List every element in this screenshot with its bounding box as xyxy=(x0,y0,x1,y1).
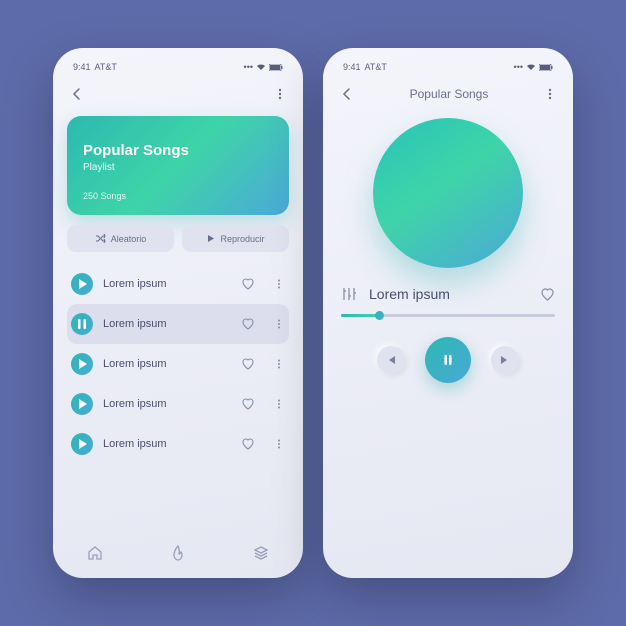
player-screen: 9:41 AT&T ••• Popular Songs Lorem ipsum xyxy=(323,48,573,578)
song-row[interactable]: Lorem ipsum xyxy=(67,344,289,384)
song-row[interactable]: Lorem ipsum xyxy=(67,264,289,304)
play-icon[interactable] xyxy=(71,393,93,415)
wifi-icon xyxy=(256,63,266,71)
heart-icon[interactable] xyxy=(241,437,255,451)
song-row[interactable]: Lorem ipsum xyxy=(67,424,289,464)
album-art-wrap xyxy=(337,118,559,268)
play-button[interactable]: Reproducir xyxy=(182,225,289,252)
album-art xyxy=(373,118,523,268)
skip-next-icon xyxy=(499,354,511,366)
status-carrier: AT&T xyxy=(365,62,387,72)
song-title: Lorem ipsum xyxy=(103,438,231,450)
status-bar: 9:41 AT&T ••• xyxy=(67,60,289,74)
nav-row xyxy=(67,82,289,106)
fire-icon[interactable] xyxy=(169,544,187,562)
song-title: Lorem ipsum xyxy=(103,278,231,290)
signal-icon: ••• xyxy=(244,62,253,72)
song-title: Lorem ipsum xyxy=(103,398,231,410)
playlist-hero: Popular Songs Playlist 250 Songs xyxy=(67,116,289,215)
play-icon[interactable] xyxy=(71,353,93,375)
play-icon xyxy=(206,234,215,243)
more-icon[interactable] xyxy=(273,438,285,450)
more-icon[interactable] xyxy=(273,318,285,330)
track-title: Lorem ipsum xyxy=(369,286,528,302)
prev-button[interactable] xyxy=(377,346,405,374)
back-icon[interactable] xyxy=(69,86,85,102)
heart-icon[interactable] xyxy=(540,287,555,302)
progress-bar[interactable] xyxy=(341,314,555,321)
song-list: Lorem ipsum Lorem ipsum Lorem ipsum Lorem i… xyxy=(67,264,289,464)
bottom-nav xyxy=(53,532,303,578)
shuffle-label: Aleatorio xyxy=(111,234,147,244)
more-icon[interactable] xyxy=(273,278,285,290)
status-time: 9:41 xyxy=(73,62,91,72)
play-icon[interactable] xyxy=(71,433,93,455)
player-controls xyxy=(337,337,559,383)
player-header: Popular Songs xyxy=(337,82,559,106)
playlist-subtitle: Playlist xyxy=(83,162,273,173)
playlist-count: 250 Songs xyxy=(83,191,273,201)
shuffle-icon xyxy=(95,233,106,244)
signal-icon: ••• xyxy=(514,62,523,72)
shuffle-button[interactable]: Aleatorio xyxy=(67,225,174,252)
heart-icon[interactable] xyxy=(241,357,255,371)
play-icon[interactable] xyxy=(71,273,93,295)
more-icon[interactable] xyxy=(273,398,285,410)
back-icon[interactable] xyxy=(339,86,355,102)
pause-button[interactable] xyxy=(425,337,471,383)
pause-icon[interactable] xyxy=(71,313,93,335)
status-time: 9:41 xyxy=(343,62,361,72)
play-label: Reproducir xyxy=(220,234,264,244)
song-row[interactable]: Lorem ipsum xyxy=(67,304,289,344)
heart-icon[interactable] xyxy=(241,277,255,291)
battery-icon xyxy=(539,64,553,71)
song-row[interactable]: Lorem ipsum xyxy=(67,384,289,424)
status-bar: 9:41 AT&T ••• xyxy=(337,60,559,74)
more-icon[interactable] xyxy=(543,87,557,101)
next-button[interactable] xyxy=(491,346,519,374)
more-icon[interactable] xyxy=(273,358,285,370)
playlist-title: Popular Songs xyxy=(83,142,273,159)
playlist-screen: 9:41 AT&T ••• Popular Songs Playlist 250… xyxy=(53,48,303,578)
pause-icon xyxy=(441,353,455,367)
progress-thumb[interactable] xyxy=(375,311,384,320)
status-carrier: AT&T xyxy=(95,62,117,72)
layers-icon[interactable] xyxy=(252,544,270,562)
home-icon[interactable] xyxy=(86,544,104,562)
heart-icon[interactable] xyxy=(241,317,255,331)
song-title: Lorem ipsum xyxy=(103,358,231,370)
heart-icon[interactable] xyxy=(241,397,255,411)
skip-prev-icon xyxy=(385,354,397,366)
battery-icon xyxy=(269,64,283,71)
player-header-title: Popular Songs xyxy=(410,87,489,101)
more-icon[interactable] xyxy=(273,87,287,101)
song-title: Lorem ipsum xyxy=(103,318,231,330)
equalizer-icon[interactable] xyxy=(341,286,357,302)
wifi-icon xyxy=(526,63,536,71)
